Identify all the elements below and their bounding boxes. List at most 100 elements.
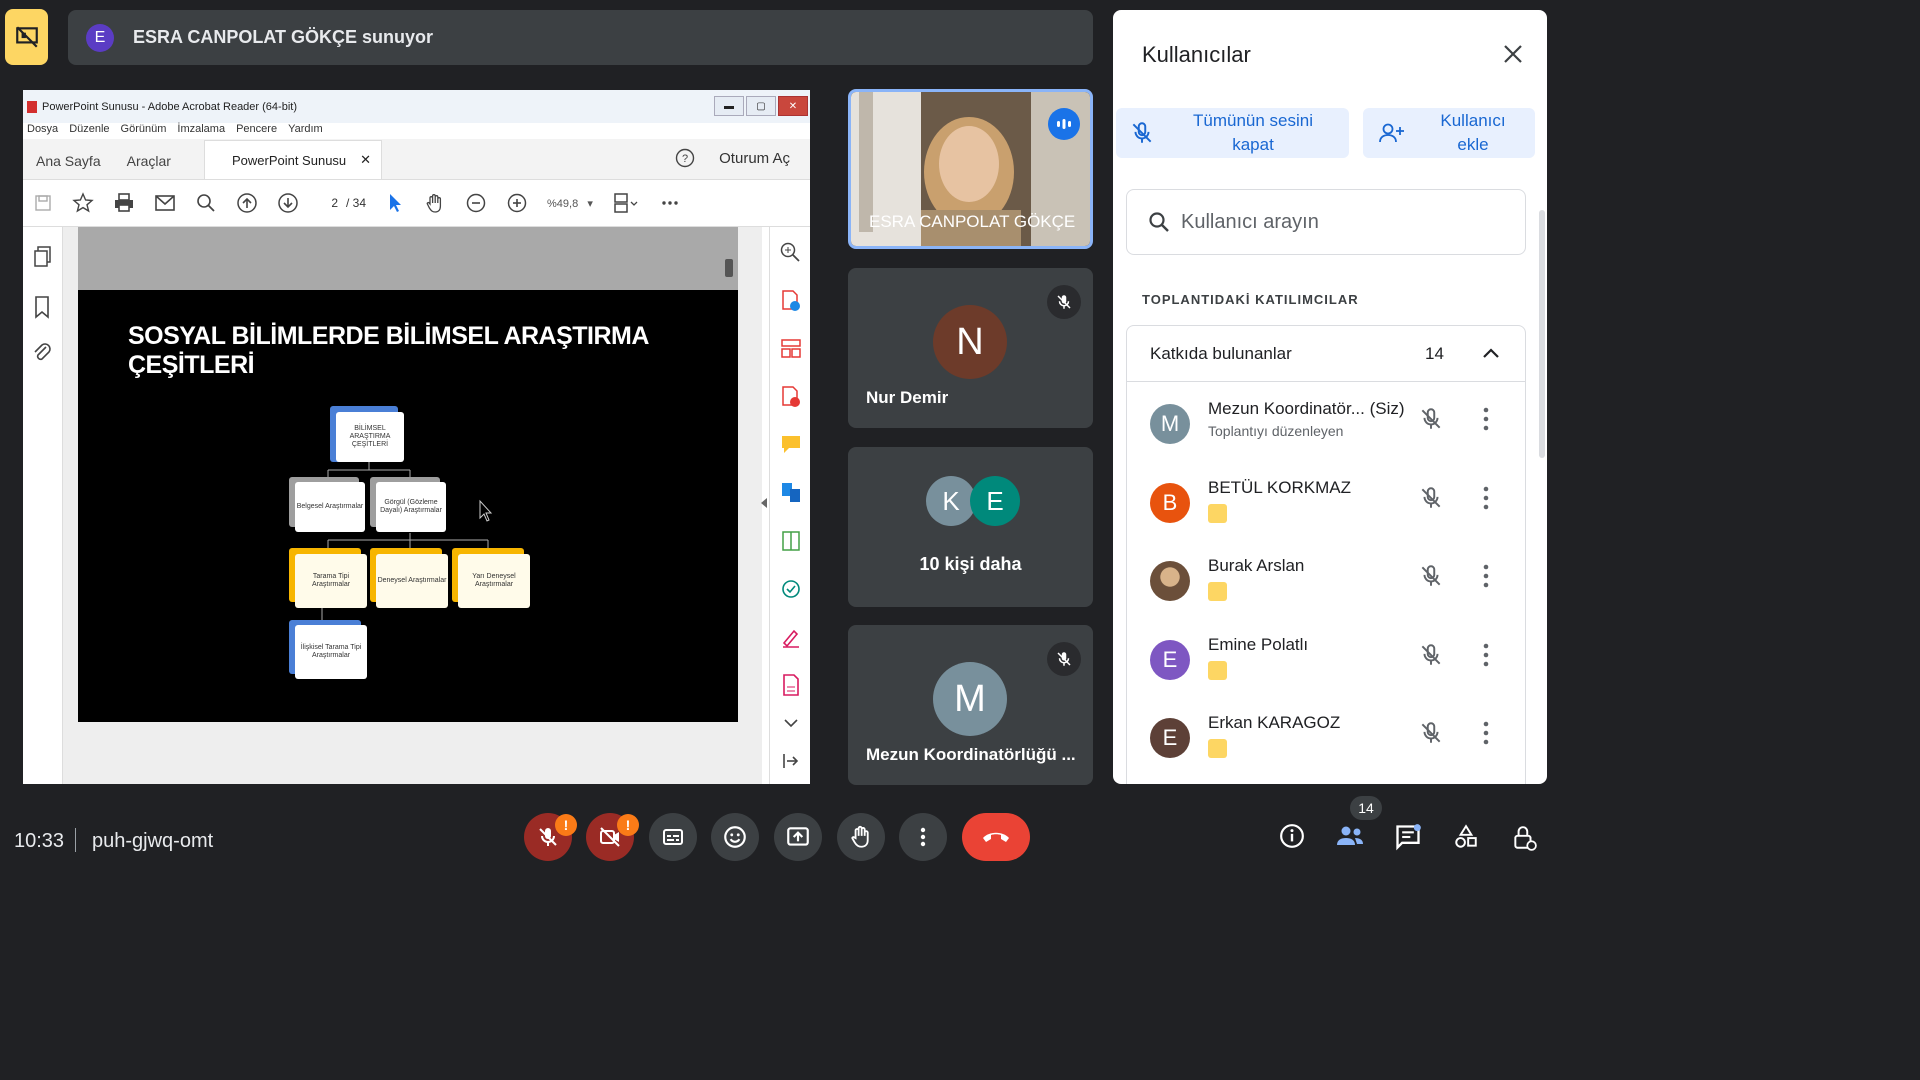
presenter-video-tile[interactable]: ESRA CANPOLAT GÖKÇE <box>848 89 1093 249</box>
menu-window[interactable]: Pencere <box>236 123 277 139</box>
email-icon[interactable] <box>154 192 176 214</box>
participant-mic-button[interactable] <box>1418 642 1444 668</box>
chat-icon[interactable] <box>1394 823 1422 851</box>
combine-files-icon[interactable] <box>780 481 802 505</box>
organize-pages-icon[interactable] <box>780 337 802 361</box>
search-field[interactable]: Kullanıcı arayın <box>1126 189 1526 255</box>
comment-icon[interactable] <box>780 433 802 457</box>
participant-tile-nur[interactable]: N Nur Demir <box>848 268 1093 428</box>
participant-mic-button[interactable] <box>1418 485 1444 511</box>
page-thumbnails-icon[interactable] <box>32 245 54 269</box>
maximize-button[interactable]: ▢ <box>746 96 776 116</box>
page-number-input[interactable]: 2 <box>318 196 338 210</box>
hand-tool-icon[interactable] <box>424 192 446 214</box>
page-up-icon[interactable] <box>236 192 258 214</box>
zoom-out-icon[interactable] <box>465 192 487 214</box>
menu-file[interactable]: Dosya <box>27 123 58 139</box>
document-view[interactable]: SOSYAL BİLİMLERDE BİLİMSEL ARAŞTIRMA ÇEŞ… <box>63 227 762 784</box>
collapse-pane-icon[interactable] <box>782 752 800 770</box>
mute-all-button[interactable]: Tümünün sesini kapat <box>1116 108 1349 158</box>
export-pdf-icon[interactable] <box>780 289 802 313</box>
host-controls-icon[interactable] <box>1511 823 1537 853</box>
add-user-button[interactable]: Kullanıcı ekle <box>1363 108 1535 158</box>
more-vert-icon <box>1483 564 1489 588</box>
participant-row[interactable]: Burak Arslan <box>1126 538 1524 616</box>
level1-box-b: Görgül (Gözleme Dayalı) Araştırmalar <box>376 482 446 532</box>
acrobat-tabs: Ana Sayfa Araçlar PowerPoint Sunusu ✕ ? … <box>23 139 810 180</box>
create-pdf-icon[interactable] <box>780 385 802 409</box>
participant-row[interactable]: E Erkan KARAGOZ <box>1126 695 1524 773</box>
participant-mic-button[interactable] <box>1418 406 1444 432</box>
leave-call-button[interactable] <box>962 813 1030 861</box>
mic-off-icon <box>1057 652 1071 666</box>
participant-more-button[interactable] <box>1483 407 1489 431</box>
reactions-button[interactable] <box>711 813 759 861</box>
menu-help[interactable]: Yardım <box>288 123 323 139</box>
participant-row[interactable]: B BETÜL KORKMAZ <box>1126 460 1524 538</box>
help-icon[interactable]: ? <box>675 148 695 168</box>
clock: 10:33 <box>14 830 65 852</box>
participant-name: Mezun Koordinatör... (Siz) <box>1208 399 1405 418</box>
save-icon[interactable] <box>33 193 53 213</box>
contributors-label: Katkıda bulunanlar <box>1150 343 1292 363</box>
bookmarks-icon[interactable] <box>32 295 52 319</box>
tab-document[interactable]: PowerPoint Sunusu ✕ <box>203 140 383 179</box>
captions-button[interactable] <box>649 813 697 861</box>
expand-tools-icon[interactable] <box>783 717 799 729</box>
menu-edit[interactable]: Düzenle <box>69 123 109 139</box>
zoom-select[interactable]: %49,8 ▾ <box>547 197 593 210</box>
more-vert-icon <box>1483 721 1489 745</box>
minimize-button[interactable]: ▬ <box>714 96 744 116</box>
sign-in-link[interactable]: Oturum Aç <box>719 150 790 167</box>
protect-icon[interactable] <box>780 577 802 601</box>
more-participants-tile[interactable]: K E 10 kişi daha <box>848 447 1093 607</box>
more-avatar-k: K <box>926 476 976 526</box>
select-cursor-icon[interactable] <box>385 192 405 214</box>
menu-sign[interactable]: İmzalama <box>177 123 225 139</box>
participant-more-button[interactable] <box>1483 643 1489 667</box>
present-button[interactable] <box>774 813 822 861</box>
menu-view[interactable]: Görünüm <box>121 123 167 139</box>
find-icon[interactable] <box>195 192 217 214</box>
more-tools-icon[interactable] <box>659 192 681 214</box>
meeting-info-icon[interactable] <box>1279 823 1305 849</box>
participant-name: Burak Arslan <box>1208 556 1305 575</box>
tab-tools[interactable]: Araçlar <box>114 153 184 179</box>
participant-mic-button[interactable] <box>1418 563 1444 589</box>
tab-home[interactable]: Ana Sayfa <box>23 153 114 179</box>
close-panel-icon[interactable] <box>1502 43 1524 65</box>
mic-off-icon <box>1132 122 1152 143</box>
page-down-icon[interactable] <box>277 192 299 214</box>
print-icon[interactable] <box>113 192 135 214</box>
edit-pdf-icon[interactable] <box>780 673 802 697</box>
zoom-tool-icon[interactable] <box>779 241 801 263</box>
search-input[interactable]: Kullanıcı arayın <box>1181 211 1319 234</box>
activities-icon[interactable] <box>1453 823 1479 851</box>
zoom-in-icon[interactable] <box>506 192 528 214</box>
self-tile[interactable]: M Mezun Koordinatörlüğü ... <box>848 625 1093 785</box>
more-options-button[interactable] <box>899 813 947 861</box>
compress-icon[interactable] <box>780 529 802 553</box>
participant-mic-button[interactable] <box>1418 720 1444 746</box>
bookmark-star-icon[interactable] <box>72 192 94 214</box>
presentation-indicator[interactable] <box>5 9 48 65</box>
collapse-right-icon[interactable] <box>760 497 768 509</box>
raise-hand-button[interactable] <box>837 813 885 861</box>
fill-sign-icon[interactable] <box>780 625 802 649</box>
chevron-up-icon[interactable] <box>1482 346 1500 360</box>
tools-pane <box>761 227 810 784</box>
page-layout-icon[interactable] <box>612 192 640 214</box>
participant-row[interactable]: E Emine Polatlı <box>1126 617 1524 695</box>
participant-more-button[interactable] <box>1483 486 1489 510</box>
panel-scrollbar[interactable] <box>1539 210 1545 458</box>
mic-off-icon <box>1421 722 1441 743</box>
contributors-header[interactable]: Katkıda bulunanlar 14 <box>1127 326 1525 382</box>
participant-more-button[interactable] <box>1483 564 1489 588</box>
attachments-icon[interactable] <box>31 341 53 365</box>
scrollbar-thumb[interactable] <box>725 259 733 277</box>
people-icon[interactable] <box>1334 823 1366 849</box>
close-tab-icon[interactable]: ✕ <box>360 152 371 168</box>
window-close-button[interactable]: ✕ <box>778 96 808 116</box>
participant-more-button[interactable] <box>1483 721 1489 745</box>
participant-row[interactable]: M Mezun Koordinatör... (Siz) Toplantıyı dü… <box>1126 381 1524 459</box>
